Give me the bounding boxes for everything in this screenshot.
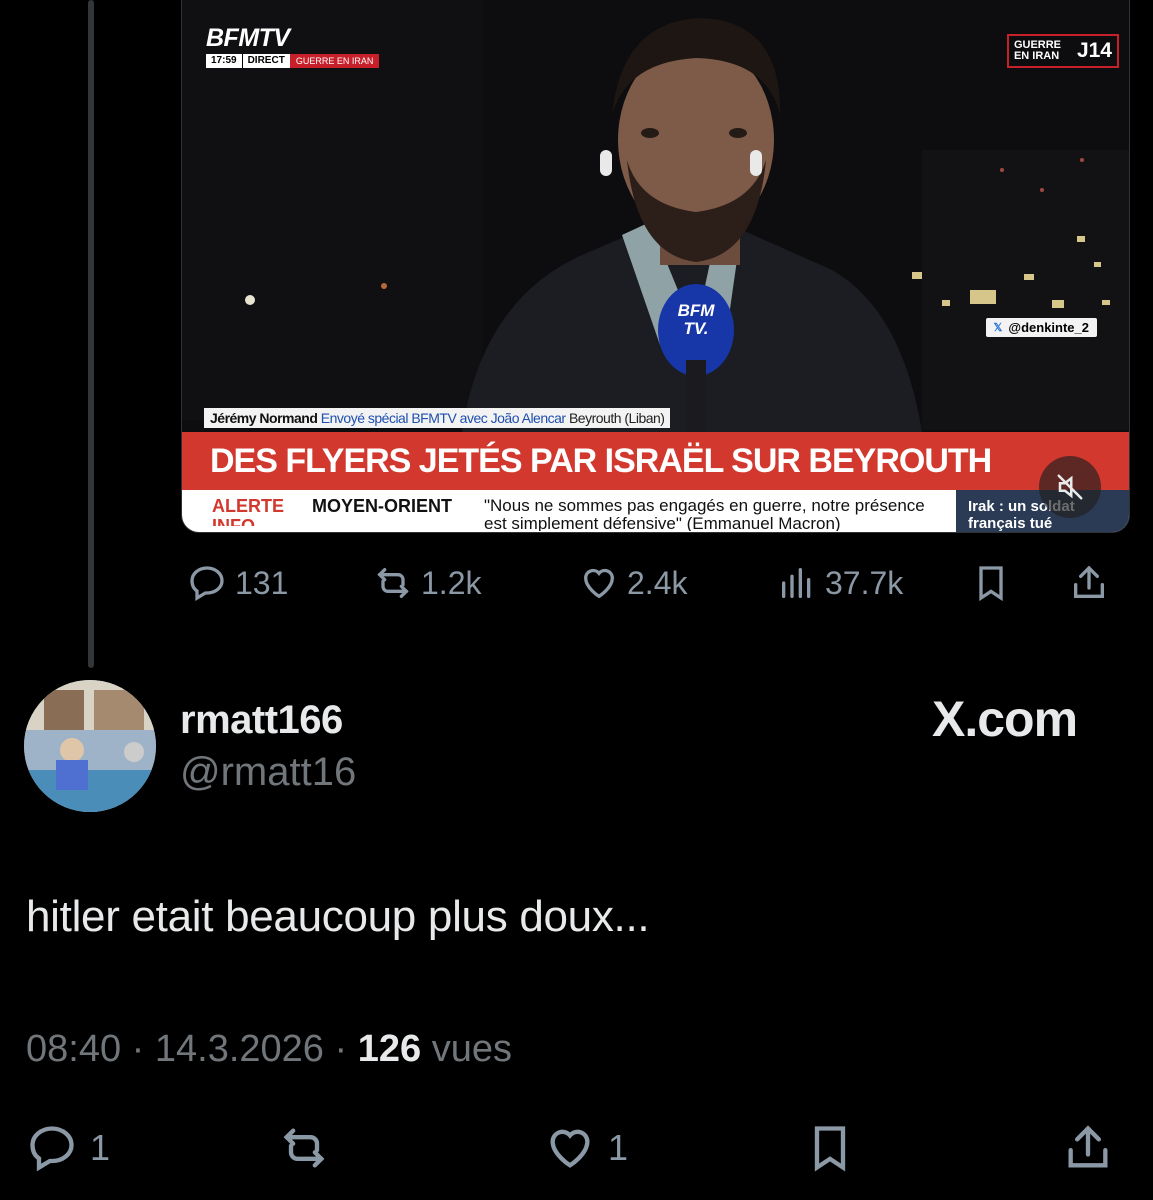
- reply-author-header: rmatt166 @rmatt16 X.com: [24, 680, 1134, 820]
- channel-name: BFMTV: [206, 24, 290, 52]
- repost-count: 1.2k: [421, 564, 482, 601]
- display-name[interactable]: rmatt166: [180, 698, 343, 743]
- bookmark-icon: [814, 1126, 846, 1172]
- share-action[interactable]: [1069, 560, 1109, 606]
- reply-icon: [30, 1126, 74, 1172]
- views-count: 37.7k: [825, 564, 904, 601]
- x-logo-icon: 𝕏: [993, 322, 1003, 334]
- tweet-views-count: 126: [357, 1028, 422, 1070]
- like-count: 1: [608, 1127, 629, 1168]
- broadcast-time: 17:59: [206, 54, 242, 68]
- reporter-location: Beyrouth (Liban): [568, 410, 665, 426]
- source-handle-tag: 𝕏 @denkinte_2: [985, 318, 1097, 337]
- ticker-alert: ALERTE INFO: [212, 496, 284, 526]
- reply-count: 131: [235, 564, 289, 601]
- news-ticker: ALERTE INFO MOYEN-ORIENT "Nous ne sommes…: [182, 490, 1129, 532]
- day-badge-topic: GUERRE EN IRAN: [1013, 39, 1062, 62]
- mute-icon: [1057, 474, 1083, 500]
- avatar-image: [24, 680, 156, 812]
- views-action[interactable]: 37.7k: [777, 560, 903, 606]
- ticker-quote: "Nous ne sommes pas engagés en guerre, n…: [484, 497, 925, 531]
- repost-icon: [377, 568, 409, 598]
- tweet-metadata: 08:40 · 14.3.2026 · 126 vues: [26, 1028, 512, 1071]
- like-count: 2.4k: [627, 564, 688, 601]
- quoted-tweet-actions: 131 1.2k 2.4k 37.7k: [181, 560, 1121, 610]
- reply-action[interactable]: 131: [187, 560, 288, 606]
- reporter-role: Envoyé spécial BFMTV avec João Alencar: [320, 410, 566, 426]
- repost-action[interactable]: 1.2k: [373, 560, 481, 606]
- live-strip: 17:59 DIRECT GUERRE EN IRAN: [206, 54, 380, 68]
- tweet-date[interactable]: 14.3.2026: [155, 1028, 324, 1070]
- repost-action[interactable]: [278, 1118, 330, 1178]
- tweet-views-label: vues: [431, 1028, 512, 1070]
- username[interactable]: @rmatt16: [180, 750, 356, 795]
- reporter-caption: Jérémy Normand Envoyé spécial BFMTV avec…: [204, 408, 671, 428]
- meta-separator: ·: [121, 1028, 155, 1070]
- heart-icon: [550, 1129, 590, 1168]
- bookmark-icon: [979, 566, 1003, 602]
- bfmtv-logo: BFMTV 17:59 DIRECT GUERRE EN IRAN: [206, 24, 380, 68]
- like-action[interactable]: 2.4k: [579, 560, 687, 606]
- reply-action[interactable]: 1: [26, 1118, 110, 1178]
- reply-tweet-actions: 1 1: [26, 1118, 1126, 1180]
- source-handle: @denkinte_2: [1008, 320, 1089, 335]
- avatar[interactable]: [24, 680, 156, 812]
- meta-separator: ·: [323, 1028, 358, 1070]
- reporter-name: Jérémy Normand: [210, 410, 318, 426]
- news-headline: DES FLYERS JETÉS PAR ISRAËL SUR BEYROUTH: [182, 432, 1129, 490]
- live-label: DIRECT: [241, 54, 290, 68]
- heart-icon: [583, 568, 615, 599]
- mute-button[interactable]: [1039, 456, 1101, 518]
- repost-icon: [283, 1128, 325, 1168]
- thread-connector-line: [88, 0, 94, 668]
- like-action[interactable]: 1: [544, 1118, 628, 1178]
- share-icon: [1074, 565, 1104, 598]
- bookmark-action[interactable]: [971, 560, 1011, 606]
- ticker-section: MOYEN-ORIENT: [312, 496, 453, 516]
- reply-icon: [190, 566, 224, 601]
- topic-tag: GUERRE EN IRAN: [289, 54, 380, 68]
- x-com-watermark: X.com: [932, 691, 1078, 747]
- views-chart-icon: [782, 568, 811, 598]
- bookmark-action[interactable]: [804, 1118, 856, 1178]
- tweet-time[interactable]: 08:40: [26, 1028, 121, 1070]
- tweet-text: hitler etait beaucoup plus doux...: [26, 892, 650, 941]
- war-day-badge: GUERRE EN IRAN J14: [1006, 34, 1119, 68]
- mic-flag-label: BFM TV.: [677, 301, 715, 338]
- day-badge-day: J14: [1076, 39, 1112, 62]
- reply-count: 1: [90, 1127, 111, 1168]
- video-player[interactable]: BFMTV 17:59 DIRECT GUERRE EN IRAN GUERRE…: [181, 0, 1130, 533]
- share-action[interactable]: [1062, 1118, 1114, 1178]
- share-icon: [1068, 1125, 1108, 1168]
